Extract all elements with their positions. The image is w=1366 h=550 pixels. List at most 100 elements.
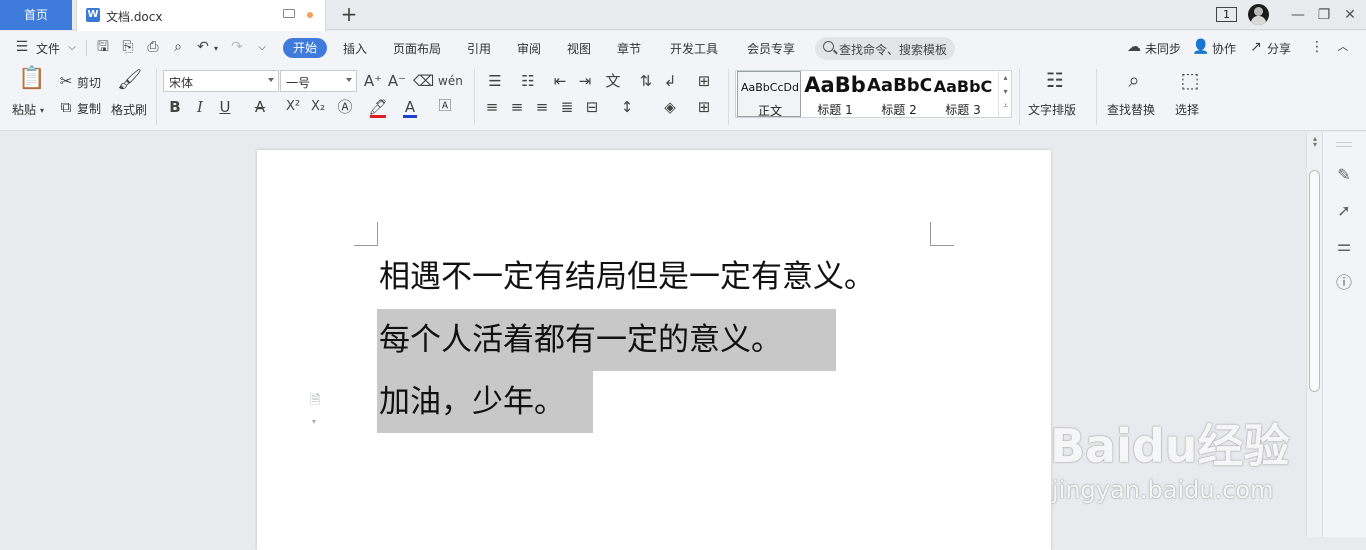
help-icon[interactable]: ⓘ [1334,273,1354,293]
text-layout-button[interactable]: 文字排版 [1028,101,1076,118]
superscript-icon[interactable]: X² [283,98,303,116]
paragraph-line-selected[interactable]: 每个人活着都有一定的意义。 [377,309,836,371]
paste-button[interactable]: 粘贴 [12,101,36,118]
numbered-list-icon[interactable]: ☷ [518,72,538,90]
avatar[interactable] [1248,4,1269,25]
tab-start[interactable]: 开始 [283,38,327,58]
search-icon[interactable]: ⌕ [1121,70,1147,97]
chevron-down-icon[interactable]: ⌵ [66,40,78,56]
command-search[interactable]: 查找命令、搜索模板 [815,37,955,60]
paste-dropdown-icon[interactable]: ▾ [38,102,46,120]
collaborate-button[interactable]: 协作 [1212,40,1236,57]
tab-insert[interactable]: 插入 [343,40,367,57]
phonetic-guide-icon[interactable]: wén [438,72,463,90]
paragraph-line-selected[interactable]: 加油，少年。 [377,371,593,433]
format-painter-button[interactable]: 格式刷 [111,101,147,118]
italic-icon[interactable]: I [190,98,210,116]
select-cursor-icon[interactable]: ⬚ [1177,70,1203,97]
paste-icon[interactable]: 📋 [18,68,45,98]
tab-home[interactable]: 首页 [0,0,72,30]
decrease-font-icon[interactable]: A⁻ [387,72,407,90]
restore-icon[interactable]: ❐ [1314,5,1334,25]
undo-dropdown-icon[interactable]: ▾ [212,41,220,57]
minimize-icon[interactable]: — [1288,5,1308,25]
hamburger-icon[interactable]: ☰ [14,39,30,55]
new-tab-button[interactable]: + [338,3,360,27]
align-right-icon[interactable]: ≡ [532,98,552,116]
style-heading-3[interactable]: AaBbC 标题 3 [931,71,995,117]
align-center-icon[interactable]: ≡ [507,98,527,116]
cut-button[interactable]: 剪切 [77,74,101,91]
style-normal[interactable]: AaBbCcDd 正文 [737,71,801,118]
highlight-icon[interactable]: 🖊 [368,98,388,116]
tab-member[interactable]: 会员专享 [747,40,795,57]
tab-chapter[interactable]: 章节 [617,40,641,57]
sort-icon[interactable]: ⇅ [636,72,656,90]
borders-icon[interactable]: ⊞ [694,98,714,116]
tab-developer[interactable]: 开发工具 [670,40,718,57]
text-layout-icon[interactable]: ☷ [1042,70,1068,97]
tab-view[interactable]: 视图 [567,40,591,57]
text-effect-icon[interactable]: Ⓐ [335,98,355,116]
document-page[interactable]: 相遇不一定有结局但是一定有意义。 每个人活着都有一定的意义。 加油，少年。 [257,150,1051,550]
tab-review[interactable]: 审阅 [517,40,541,57]
shading-icon[interactable]: ◈ [660,98,680,116]
show-marks-icon[interactable]: ⊞ [694,72,714,90]
share-icon[interactable]: ↗ [1248,39,1264,55]
cloud-icon[interactable]: ☁ [1125,39,1143,55]
justify-icon[interactable]: ≣ [557,98,577,116]
redo-icon[interactable]: ↷ [229,39,245,55]
scroll-top-icon[interactable]: ▴ ▾ [1310,135,1320,149]
find-replace-button[interactable]: 查找替换 [1107,101,1155,118]
vertical-scrollbar[interactable]: ▴ ▾ [1306,132,1322,537]
decrease-indent-icon[interactable]: ⇤ [550,72,570,90]
style-heading-2[interactable]: AaBbC 标题 2 [867,71,931,117]
scrollbar-thumb[interactable] [1309,170,1320,392]
select-button[interactable]: 选择 [1175,101,1199,118]
monitor-icon[interactable] [283,9,295,18]
distributed-icon[interactable]: ⊟ [582,98,602,116]
close-icon[interactable]: ✕ [1340,5,1360,25]
paragraph-line[interactable]: 相遇不一定有结局但是一定有意义。 [377,246,875,308]
style-heading-1[interactable]: AaBb 标题 1 [803,71,867,117]
collapse-ribbon-icon[interactable]: ︿ [1336,39,1350,55]
increase-indent-icon[interactable]: ⇥ [575,72,595,90]
print-icon[interactable]: ⎙ [145,39,161,55]
export-pdf-icon[interactable]: ⎘ [120,39,136,55]
font-size-select[interactable]: 一号 [280,70,357,92]
document-body[interactable]: 相遇不一定有结局但是一定有意义。 每个人活着都有一定的意义。 加油，少年。 [377,246,937,436]
gallery-scroll[interactable]: ▴ ▾ ⩡ [998,71,1012,117]
collaborate-icon[interactable]: 👤 [1192,39,1209,55]
tab-document[interactable]: W 文档.docx [76,0,326,31]
sync-status[interactable]: 未同步 [1145,40,1181,57]
bullet-list-icon[interactable]: ☰ [485,72,505,90]
subscript-icon[interactable]: X₂ [308,98,328,116]
print-preview-icon[interactable]: ⌕ [170,39,186,55]
window-count-badge[interactable]: 1 [1216,7,1237,22]
copy-button[interactable]: 复制 [77,100,101,117]
sliders-icon[interactable]: ⚌ [1334,236,1354,256]
bold-icon[interactable]: B [165,98,185,116]
line-spacing-icon[interactable]: ↕ [617,98,637,116]
scissors-icon[interactable]: ✂ [56,72,76,90]
tab-references[interactable]: 引用 [467,40,491,57]
clear-format-icon[interactable]: ⌫ [413,72,434,90]
tab-page-layout[interactable]: 页面布局 [393,40,441,57]
cursor-select-icon[interactable]: ➚ [1334,201,1354,221]
more-icon[interactable]: ⋮ [1310,39,1324,55]
customize-toolbar-icon[interactable]: ⌵ [256,40,268,56]
line-break-icon[interactable]: ↲ [660,72,680,90]
font-name-select[interactable]: 宋体 [163,70,279,92]
increase-font-icon[interactable]: A⁺ [363,72,383,90]
pen-icon[interactable]: ✎ [1334,165,1354,185]
save-icon[interactable]: 🖫 [95,39,111,55]
char-border-icon[interactable]: 🄰 [435,98,455,116]
menu-file[interactable]: 文件 [36,40,60,57]
chinese-layout-icon[interactable]: 文 [603,72,623,90]
align-left-icon[interactable]: ≡ [482,98,502,116]
copy-icon[interactable]: ⧉ [56,98,76,116]
undo-icon[interactable]: ↶ [195,39,211,55]
underline-icon[interactable]: U [215,98,235,116]
paragraph-options-icon[interactable]: 🗎▾ [310,391,324,426]
share-button[interactable]: 分享 [1267,40,1291,57]
